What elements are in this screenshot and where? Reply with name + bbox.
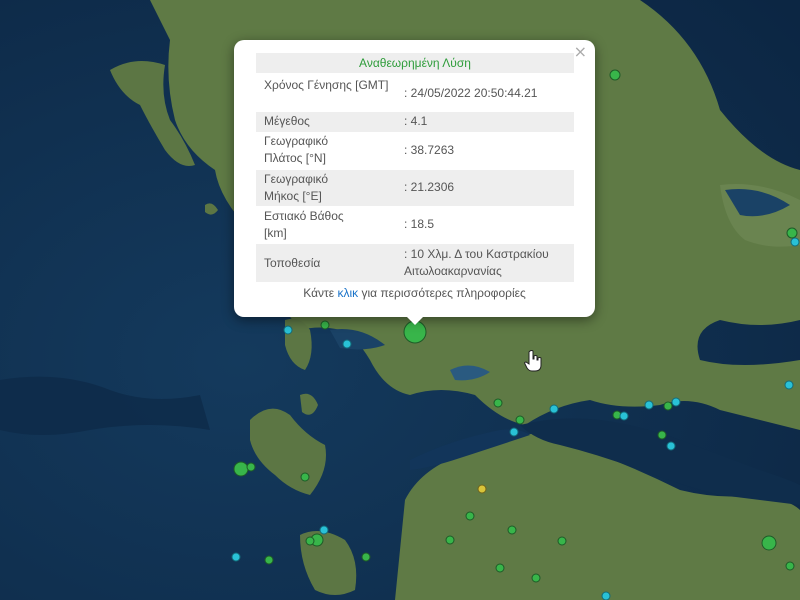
event-marker[interactable] [784,380,794,390]
event-marker[interactable] [657,430,667,440]
popup-pointer [405,315,425,325]
event-marker[interactable] [361,552,371,562]
event-marker[interactable] [493,398,503,408]
event-marker[interactable] [786,227,798,239]
earthquake-popup: × Αναθεωρημένη Λύση Χρόνος Γένησης [GMT]… [234,40,595,317]
origin-time-value: : 24/05/2022 20:50:44.21 [404,86,538,100]
event-marker[interactable] [549,404,559,414]
longitude-value: : 21.2306 [404,180,455,194]
event-marker[interactable] [319,525,329,535]
event-marker[interactable] [644,400,654,410]
popup-footer: Κάντε κλικ για περισσότερες πληροφορίες [234,286,595,300]
event-marker[interactable] [342,339,352,349]
row-depth: Εστιακό Βάθος [km] : 18.5 [256,206,574,244]
origin-time-label: Χρόνος Γένησης [GMT] [264,78,389,92]
event-marker[interactable] [761,535,777,551]
footer-text-before: Κάντε [303,286,338,300]
popup-title: Αναθεωρημένη Λύση [256,53,574,73]
event-marker[interactable] [663,401,673,411]
event-marker[interactable] [465,511,475,521]
hand-cursor-icon [524,350,542,372]
location-value: : 10 Χλμ. Δ του Καστρακίου Αιτωλοακαρναν… [404,247,549,278]
location-label: Τοποθεσία [264,256,321,270]
event-marker[interactable] [619,411,629,421]
event-marker[interactable] [231,552,241,562]
longitude-label: Γεωγραφικό Μήκος [°E] [264,172,329,203]
event-marker[interactable] [671,397,681,407]
row-latitude: Γεωγραφικό Πλάτος [°N] : 38.7263 [256,132,574,170]
magnitude-label: Μέγεθος [264,114,310,128]
event-marker[interactable] [283,325,293,335]
event-marker[interactable] [790,237,800,247]
event-marker[interactable] [557,536,567,546]
row-magnitude: Μέγεθος : 4.1 [256,112,574,132]
event-marker[interactable] [666,441,676,451]
event-marker[interactable] [507,525,517,535]
row-location: Τοποθεσία : 10 Χλμ. Δ του Καστρακίου Αιτ… [256,244,574,282]
close-icon[interactable]: × [574,42,587,61]
footer-text-after: για περισσότερες πληροφορίες [358,286,526,300]
event-marker[interactable] [305,536,315,546]
event-marker[interactable] [477,484,487,494]
event-marker[interactable] [509,427,519,437]
event-marker[interactable] [531,573,541,583]
event-marker[interactable] [233,461,249,477]
event-marker[interactable] [495,563,505,573]
depth-label: Εστιακό Βάθος [km] [264,209,344,240]
latitude-label: Γεωγραφικό Πλάτος [°N] [264,134,329,165]
row-origin-time: Χρόνος Γένησης [GMT] : 24/05/2022 20:50:… [256,76,574,112]
event-marker[interactable] [609,69,621,81]
event-marker[interactable] [601,591,611,600]
event-marker[interactable] [264,555,274,565]
more-info-link[interactable]: κλικ [337,286,358,300]
event-marker[interactable] [445,535,455,545]
depth-value: : 18.5 [404,217,435,231]
event-marker[interactable] [300,472,310,482]
magnitude-value: : 4.1 [404,114,428,128]
event-marker[interactable] [246,462,256,472]
latitude-value: : 38.7263 [404,143,455,157]
row-longitude: Γεωγραφικό Μήκος [°E] : 21.2306 [256,170,574,206]
event-marker[interactable] [320,320,330,330]
event-marker[interactable] [515,415,525,425]
event-marker[interactable] [785,561,795,571]
